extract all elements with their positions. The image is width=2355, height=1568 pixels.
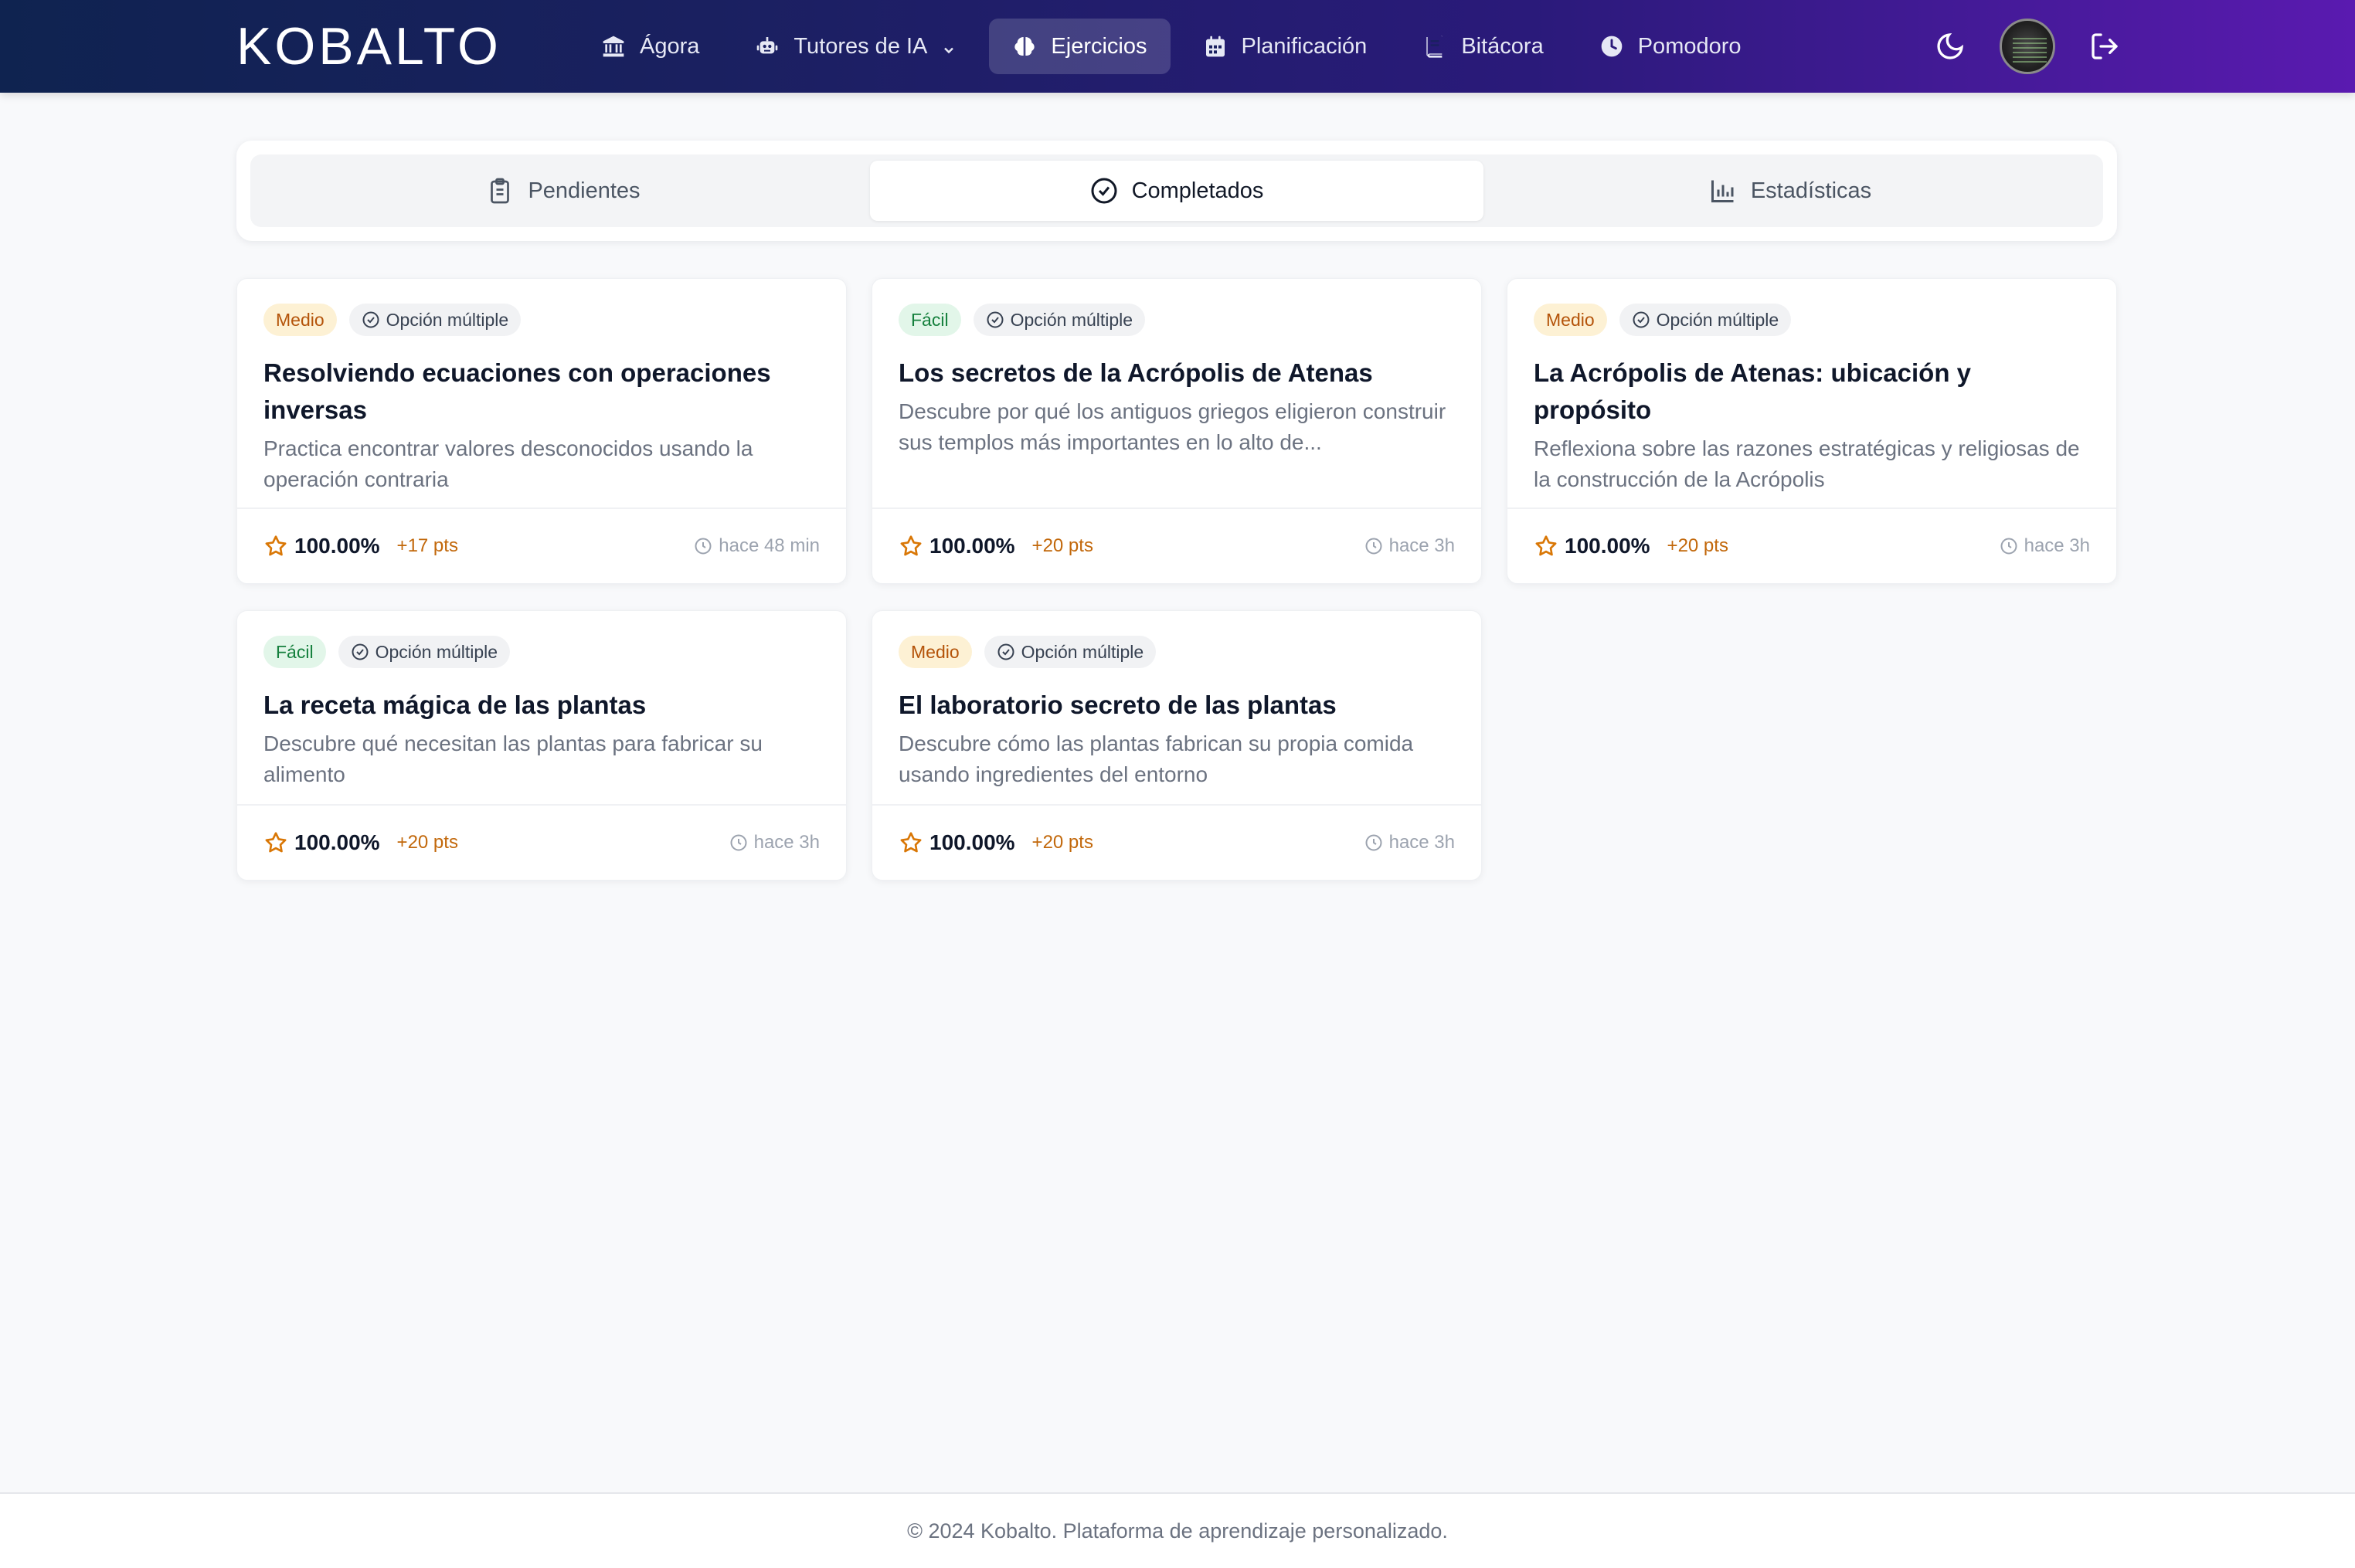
card-description: Descubre qué necesitan las plantas para …	[263, 731, 763, 786]
difficulty-badge: Fácil	[263, 636, 326, 668]
tab-pendientes[interactable]: Pendientes	[257, 161, 870, 221]
nav-item-label: Pomodoro	[1637, 33, 1742, 59]
type-label: Opción múltiple	[386, 309, 509, 330]
points-value: +20 pts	[1031, 535, 1093, 556]
exercise-card[interactable]: Fácil Opción múltiple La receta mágica d…	[236, 610, 847, 881]
nav-item-label: Tutores de IA	[793, 33, 928, 59]
nav-actions	[1901, 15, 2123, 77]
card-title: Los secretos de la Acrópolis de Atenas	[899, 358, 1373, 387]
moon-icon[interactable]	[1932, 28, 1969, 65]
card-description: Descubre por qué los antiguos griegos el…	[899, 399, 1446, 454]
robot-icon	[755, 34, 780, 59]
difficulty-badge: Medio	[1534, 304, 1607, 336]
difficulty-badge: Medio	[263, 304, 337, 336]
difficulty-badge: Medio	[899, 636, 972, 668]
nav-item-agora[interactable]: Ágora	[578, 19, 722, 74]
top-navbar: KOBALTO Ágora Tutores de IA Ejercicios P…	[0, 0, 2355, 93]
card-description: Reflexiona sobre las razones estratégica…	[1534, 436, 2080, 491]
exercise-card[interactable]: Medio Opción múltiple El laboratorio sec…	[872, 610, 1482, 881]
page-footer: © 2024 Kobalto. Plataforma de aprendizaj…	[0, 1492, 2355, 1568]
card-title: La receta mágica de las plantas	[263, 691, 647, 719]
time-value: hace 3h	[1388, 535, 1455, 556]
nav-item-label: Ágora	[640, 33, 700, 59]
time-value: hace 3h	[2024, 535, 2090, 556]
tab-completados[interactable]: Completados	[870, 161, 1483, 221]
points-value: +20 pts	[1667, 535, 1728, 556]
main-nav: Ágora Tutores de IA Ejercicios Planifica…	[578, 15, 1774, 77]
clock-icon	[1364, 537, 1383, 555]
card-description: Practica encontrar valores desconocidos …	[263, 436, 753, 491]
card-title: El laboratorio secreto de las plantas	[899, 691, 1337, 719]
clipboard-icon	[486, 177, 514, 205]
clock-icon	[1599, 34, 1624, 59]
check-circle-icon	[351, 643, 369, 661]
nav-item-label: Bitácora	[1461, 33, 1544, 59]
exercise-card[interactable]: Medio Opción múltiple Resolviendo ecuaci…	[236, 278, 847, 584]
check-circle-icon	[997, 643, 1015, 661]
time-value: hace 3h	[753, 832, 820, 853]
type-badge: Opción múltiple	[348, 304, 522, 336]
logo[interactable]: KOBALTO	[236, 17, 501, 76]
difficulty-badge: Fácil	[899, 304, 961, 336]
exercise-card[interactable]: Fácil Opción múltiple Los secretos de la…	[872, 278, 1482, 584]
star-icon	[899, 534, 923, 558]
tab-label: Pendientes	[528, 178, 641, 203]
time-value: hace 3h	[1388, 832, 1455, 853]
star-icon	[899, 830, 923, 855]
tab-estadisticas[interactable]: Estadísticas	[1483, 161, 2097, 221]
brain-icon	[1012, 34, 1037, 59]
tab-label: Completados	[1131, 178, 1264, 203]
logout-icon[interactable]	[2086, 28, 2123, 65]
nav-item-ejercicios[interactable]: Ejercicios	[989, 19, 1171, 74]
clock-icon	[694, 537, 712, 555]
points-value: +20 pts	[1031, 832, 1093, 853]
type-label: Opción múltiple	[1010, 309, 1133, 330]
score-value: 100.00%	[294, 534, 380, 558]
score-value: 100.00%	[929, 830, 1015, 854]
card-description: Descubre cómo las plantas fabrican su pr…	[899, 731, 1414, 786]
type-badge: Opción múltiple	[984, 636, 1157, 668]
type-label: Opción múltiple	[1021, 641, 1144, 662]
calendar-icon	[1203, 34, 1228, 59]
book-icon	[1422, 34, 1447, 59]
exercise-card[interactable]: Medio Opción múltiple La Acrópolis de At…	[1507, 278, 2117, 584]
nav-item-pomodoro[interactable]: Pomodoro	[1576, 19, 1765, 74]
nav-item-planificacion[interactable]: Planificación	[1180, 19, 1391, 74]
points-value: +17 pts	[396, 535, 458, 556]
type-label: Opción múltiple	[1656, 309, 1779, 330]
card-title: La Acrópolis de Atenas: ubicación y prop…	[1534, 358, 1972, 424]
clock-icon	[1364, 833, 1383, 852]
score-value: 100.00%	[294, 830, 380, 854]
star-icon	[263, 534, 288, 558]
check-circle-icon	[1090, 177, 1118, 205]
footer-text: © 2024 Kobalto. Plataforma de aprendizaj…	[907, 1519, 1448, 1543]
nav-item-bitacora[interactable]: Bitácora	[1399, 19, 1566, 74]
type-badge: Opción múltiple	[1619, 304, 1792, 336]
tabs-container: Pendientes Completados Estadísticas	[236, 141, 2117, 241]
type-label: Opción múltiple	[375, 641, 498, 662]
check-circle-icon	[1632, 311, 1650, 329]
check-circle-icon	[362, 311, 380, 329]
avatar[interactable]	[2000, 19, 2055, 74]
nav-item-label: Planificación	[1241, 33, 1368, 59]
chevron-down-icon	[941, 39, 957, 54]
clock-icon	[2000, 537, 2018, 555]
clock-icon	[729, 833, 748, 852]
tab-label: Estadísticas	[1750, 178, 1872, 203]
type-badge: Opción múltiple	[973, 304, 1146, 336]
time-value: hace 48 min	[719, 535, 820, 556]
nav-item-tutores[interactable]: Tutores de IA	[732, 19, 980, 74]
star-icon	[1534, 534, 1558, 558]
check-circle-icon	[986, 311, 1004, 329]
bank-icon	[601, 34, 626, 59]
card-title: Resolviendo ecuaciones con operaciones i…	[263, 358, 771, 424]
star-icon	[263, 830, 288, 855]
points-value: +20 pts	[396, 832, 458, 853]
nav-item-label: Ejercicios	[1051, 33, 1147, 59]
score-value: 100.00%	[1565, 534, 1650, 558]
tabs-list: Pendientes Completados Estadísticas	[250, 154, 2103, 227]
type-badge: Opción múltiple	[338, 636, 511, 668]
bar-chart-icon	[1709, 177, 1737, 205]
score-value: 100.00%	[929, 534, 1015, 558]
